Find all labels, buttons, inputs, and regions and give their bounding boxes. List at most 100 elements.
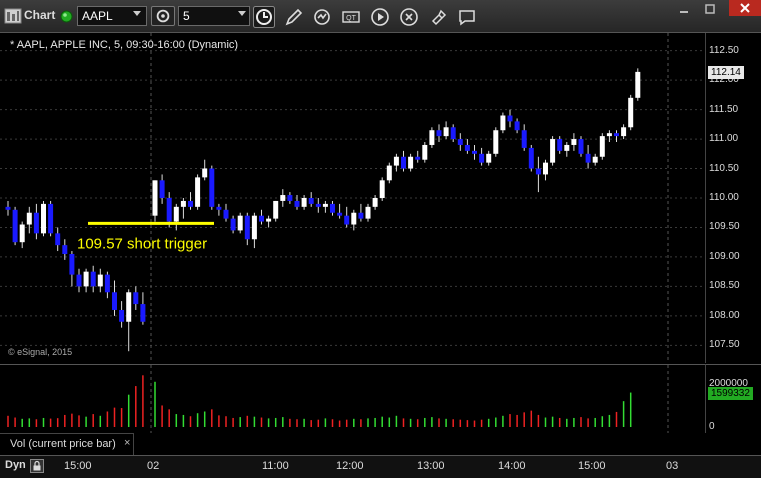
chart-toolbar: Chart QT	[0, 0, 761, 33]
candle-up	[379, 180, 385, 198]
pin-icon[interactable]	[427, 6, 449, 28]
candle-up	[126, 292, 132, 322]
link-icon[interactable]	[398, 6, 420, 28]
candle-down	[308, 198, 314, 204]
candle-up	[322, 203, 328, 207]
interval-input[interactable]	[178, 6, 250, 26]
candle-down	[315, 203, 321, 207]
candle-up	[408, 156, 414, 169]
app-title: Chart	[24, 8, 56, 22]
candle-down	[479, 153, 485, 163]
candle-up	[635, 71, 641, 98]
volume-chart	[7, 365, 669, 433]
dynamic-mode-label[interactable]: Dyn	[5, 459, 26, 471]
candle-down	[578, 139, 584, 154]
volume-close-icon[interactable]: ×	[124, 437, 130, 449]
candle-down	[330, 203, 335, 213]
candle-up	[83, 271, 89, 287]
time-tick-label: 11:00	[262, 460, 289, 472]
time-tick-label: 03	[666, 460, 679, 472]
status-dot-icon[interactable]	[60, 10, 73, 23]
pencil-icon[interactable]	[283, 6, 305, 28]
candle-down	[521, 130, 527, 148]
candle-down	[535, 168, 541, 175]
symbol-dropdown-icon[interactable]	[133, 11, 141, 16]
lock-icon[interactable]	[30, 459, 44, 473]
candle-up	[41, 203, 46, 234]
play-icon[interactable]	[369, 6, 391, 28]
candle-down	[464, 144, 470, 151]
candle-up	[386, 165, 392, 181]
candle-down	[69, 253, 75, 275]
volume-chart-pane[interactable]	[0, 364, 705, 433]
price-tick-label: 110.00	[709, 192, 739, 203]
time-tick-label: 15:00	[64, 460, 92, 472]
short-trigger-label: 109.57 short trigger	[77, 235, 207, 252]
minimize-icon[interactable]	[674, 2, 694, 16]
candle-down	[119, 309, 125, 322]
close-icon[interactable]	[729, 0, 761, 16]
candle-up	[180, 200, 186, 207]
candle-down	[90, 271, 96, 287]
time-tick-label: 15:00	[578, 460, 606, 472]
candle-up	[599, 136, 605, 157]
interval-settings-icon[interactable]	[151, 6, 175, 26]
candle-down	[12, 209, 18, 243]
clock-icon[interactable]	[253, 6, 275, 28]
candle-up	[628, 97, 634, 128]
candle-down	[344, 215, 350, 225]
candle-down	[104, 274, 110, 293]
price-tick-label: 109.50	[709, 221, 740, 233]
price-axis[interactable]: 112.50 112.00 111.50 111.00 110.50 110.00 109.…	[705, 33, 761, 363]
candle-up	[19, 224, 25, 243]
volume-study-label[interactable]: Vol (current price bar)	[10, 438, 116, 450]
quote-icon[interactable]: QT	[340, 6, 362, 28]
price-tick-label: 108.00	[709, 309, 740, 321]
candle-down	[209, 168, 215, 207]
candle-down	[62, 245, 68, 254]
time-tick-label: 02	[147, 460, 160, 472]
candle-up	[500, 115, 506, 131]
time-tick-label: 13:00	[417, 460, 445, 472]
volume-axis[interactable]: 2000000 0 1599332	[705, 364, 761, 433]
candle-up	[237, 215, 243, 231]
candle-down	[514, 121, 520, 131]
candle-up	[351, 212, 357, 225]
candle-down	[528, 147, 534, 169]
current-price-badge: 112.14	[708, 65, 744, 79]
candle-up	[301, 198, 307, 207]
candle-up	[606, 133, 612, 137]
candle-down	[159, 180, 165, 198]
candle-down	[140, 304, 146, 322]
candle-down	[230, 218, 236, 231]
candle-down	[259, 215, 264, 222]
price-tick-label: 112.50	[709, 44, 739, 56]
symbol-input[interactable]	[77, 6, 147, 26]
candle-up	[365, 206, 371, 219]
candlestick-chart: 109.57 short trigger	[0, 33, 705, 363]
candle-down	[450, 127, 456, 140]
svg-text:QT: QT	[346, 15, 356, 22]
candle-down	[5, 206, 11, 210]
candle-down	[401, 156, 406, 169]
time-axis[interactable]: Dyn 15:00 02 11:00 12:00 13:00 14:00 15:00 03	[0, 455, 761, 478]
candle-down	[76, 274, 82, 287]
candle-up	[251, 215, 257, 240]
candle-down	[133, 292, 139, 305]
interval-dropdown-icon[interactable]	[238, 11, 246, 16]
candle-up	[26, 212, 32, 225]
candle-down	[188, 200, 193, 207]
candle-up	[280, 195, 286, 201]
candle-up	[173, 206, 179, 222]
current-volume-badge: 1599332	[708, 386, 753, 400]
app-menu-icon[interactable]	[3, 6, 23, 26]
candle-down	[457, 139, 463, 145]
chat-icon[interactable]	[456, 6, 478, 28]
volume-study-legend: Vol (current price bar) ×	[0, 433, 134, 455]
refresh-icon[interactable]	[311, 6, 333, 28]
candle-up	[195, 177, 201, 207]
candle-up	[571, 139, 577, 145]
candle-down	[436, 130, 442, 137]
restore-icon[interactable]	[700, 2, 720, 16]
price-chart-pane[interactable]: 109.57 short trigger * AAPL, APPLE INC, …	[0, 33, 705, 363]
